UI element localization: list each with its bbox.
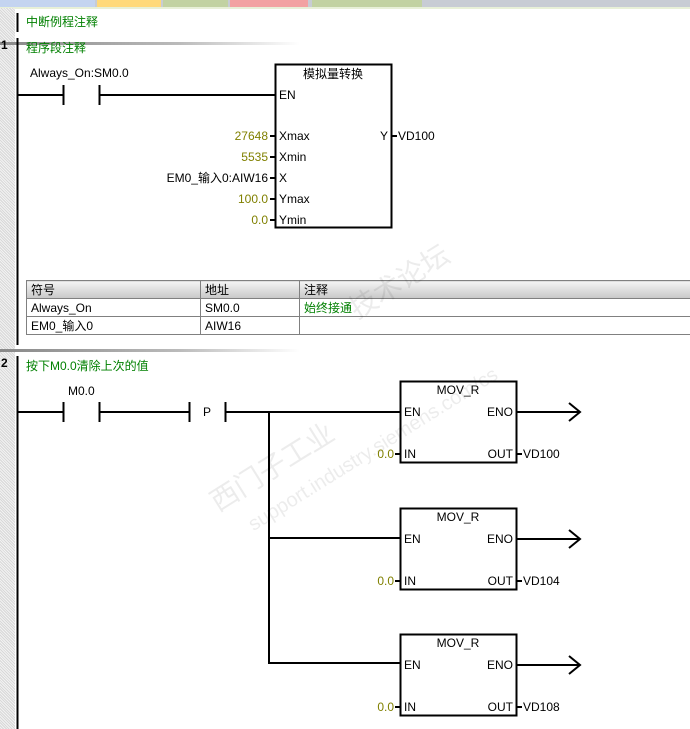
pin-in: IN xyxy=(404,700,416,714)
pin-en: EN xyxy=(279,88,296,102)
pin-xmax: Xmax xyxy=(279,129,310,143)
no-contact-m0-0[interactable] xyxy=(18,402,189,422)
pin-en: EN xyxy=(404,658,421,672)
pin-ymax: Ymax xyxy=(279,192,310,206)
pin-en: EN xyxy=(404,405,421,419)
operand-ymin[interactable]: 0.0 xyxy=(251,213,268,227)
box-title: 模拟量转换 xyxy=(303,66,363,81)
pin-y: Y xyxy=(380,129,388,143)
svg-text:技术论坛: 技术论坛 xyxy=(344,239,455,325)
operand-y[interactable]: VD100 xyxy=(398,129,435,143)
operand-xmax[interactable]: 27648 xyxy=(235,129,269,143)
pin-x: X xyxy=(279,171,287,185)
pin-out: OUT xyxy=(488,447,514,461)
pin-in: IN xyxy=(404,574,416,588)
pin-eno: ENO xyxy=(487,658,513,672)
no-contact-always-on[interactable] xyxy=(18,85,276,105)
contact-label: Always_On:SM0.0 xyxy=(30,66,129,80)
mov-r-box-3[interactable]: MOV_R EN ENO IN OUT 0.0 VD108 xyxy=(377,633,582,717)
mov-r-box-2[interactable]: MOV_R EN ENO IN OUT 0.0 VD104 xyxy=(377,507,582,591)
box-title: MOV_R xyxy=(437,636,480,650)
operand-out[interactable]: VD100 xyxy=(523,447,560,461)
scale-box[interactable]: 模拟量转换 EN Xmax Xmin X Ymax Ymin Y xyxy=(270,63,397,229)
operand-in[interactable]: 0.0 xyxy=(377,447,394,461)
pin-en: EN xyxy=(404,532,421,546)
operand-in[interactable]: 0.0 xyxy=(377,574,394,588)
edge-label: P xyxy=(203,405,211,419)
pin-eno: ENO xyxy=(487,532,513,546)
operand-out[interactable]: VD104 xyxy=(523,574,560,588)
pin-xmin: Xmin xyxy=(279,150,306,164)
pin-out: OUT xyxy=(488,574,514,588)
pin-eno: ENO xyxy=(487,405,513,419)
pin-ymin: Ymin xyxy=(279,213,306,227)
operand-out[interactable]: VD108 xyxy=(523,700,560,714)
box-title: MOV_R xyxy=(437,510,480,524)
box-title: MOV_R xyxy=(437,383,480,397)
operand-ymax[interactable]: 100.0 xyxy=(238,192,268,206)
contact-label: M0.0 xyxy=(68,384,95,398)
ladder-diagram: 西门子工业 support.industry.siemens.com/cs 技术… xyxy=(16,13,582,729)
pin-out: OUT xyxy=(488,700,514,714)
operand-xmin[interactable]: 5535 xyxy=(241,150,268,164)
pin-in: IN xyxy=(404,447,416,461)
operand-x[interactable]: EM0_输入0:AIW16 xyxy=(167,170,269,185)
operand-in[interactable]: 0.0 xyxy=(377,700,394,714)
